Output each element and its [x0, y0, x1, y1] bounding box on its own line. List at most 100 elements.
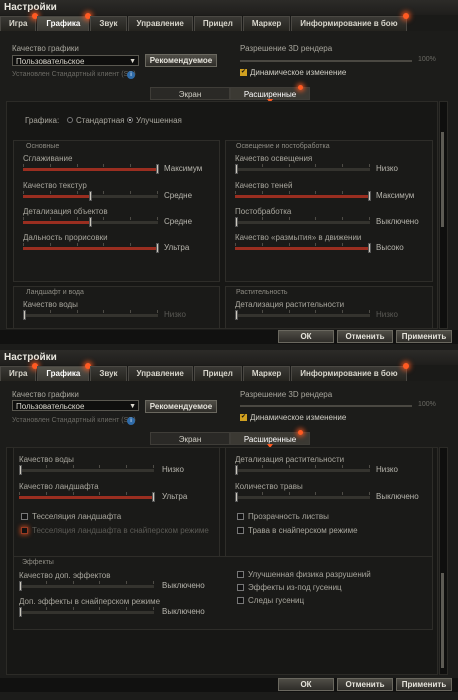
resolution-slider[interactable]: [240, 405, 412, 407]
apply-button[interactable]: Применить: [396, 330, 452, 343]
tab-sight[interactable]: Прицел: [193, 366, 242, 381]
track-effects-checkbox[interactable]: [237, 584, 244, 591]
dynamic-checkbox[interactable]: [240, 413, 247, 421]
tessellation-sniper-checkbox[interactable]: [21, 527, 28, 534]
slider-tick: [46, 581, 47, 584]
tab-marker[interactable]: Маркер: [242, 366, 291, 381]
new-badge-icon: [298, 430, 303, 435]
slider-vegetation[interactable]: [235, 465, 370, 475]
footer-bar: ОК Отменить Применить: [0, 678, 458, 692]
group-landscape-title: Ландшафт и вода: [26, 289, 84, 296]
subtab-screen[interactable]: Экран: [150, 432, 230, 445]
info-icon[interactable]: i: [127, 71, 135, 79]
recommended-button[interactable]: Рекомендуемое: [145, 400, 217, 413]
resolution-slider[interactable]: [240, 60, 412, 62]
slider-thumb[interactable]: [235, 492, 238, 502]
quality-select[interactable]: Пользовательское ▼: [12, 55, 139, 66]
vertical-scrollbar[interactable]: [439, 447, 448, 675]
slider-grass[interactable]: [235, 492, 370, 502]
subtab-label: Экран: [178, 435, 202, 444]
slider-shadows[interactable]: [235, 191, 371, 201]
slider-objects[interactable]: [23, 217, 158, 227]
quality-select[interactable]: Пользовательское ▼: [12, 400, 139, 411]
slider-sniper-effects[interactable]: [19, 607, 154, 617]
info-icon[interactable]: i: [127, 417, 135, 425]
tab-sound[interactable]: Звук: [90, 366, 127, 381]
ok-button[interactable]: ОК: [278, 330, 334, 343]
cancel-button[interactable]: Отменить: [337, 678, 393, 691]
transparent-foliage-checkbox[interactable]: [237, 513, 244, 520]
slider-thumb[interactable]: [368, 243, 371, 253]
tab-label: Звук: [99, 19, 118, 28]
subtab-advanced[interactable]: Расширенные: [230, 85, 310, 103]
tab-graphics[interactable]: Графика: [37, 363, 92, 381]
slider-tick: [126, 492, 127, 495]
subtab-screen[interactable]: Экран: [150, 87, 230, 100]
slider-thumb[interactable]: [235, 465, 238, 475]
recommended-button[interactable]: Рекомендуемое: [145, 54, 217, 67]
dynamic-checkbox[interactable]: [240, 68, 247, 76]
tab-game[interactable]: Игра: [0, 13, 39, 31]
track-marks-checkbox[interactable]: [237, 597, 244, 604]
slider-tick: [315, 310, 316, 313]
slider-lighting[interactable]: [235, 164, 370, 174]
vertical-scrollbar[interactable]: [439, 101, 448, 329]
slider-thumb[interactable]: [156, 164, 159, 174]
slider-tick: [50, 164, 51, 167]
slider-terrain[interactable]: [19, 492, 155, 502]
slider-tick: [369, 164, 370, 167]
resolution-value: 100%: [418, 401, 436, 408]
slider-tick: [23, 243, 24, 246]
destruction-physics-checkbox[interactable]: [237, 571, 244, 578]
destruction-physics-label: Улучшенная физика разрушений: [248, 570, 371, 579]
slider-thumb[interactable]: [23, 310, 26, 320]
slider-thumb[interactable]: [89, 191, 92, 201]
slider-thumb[interactable]: [19, 465, 22, 475]
slider-thumb[interactable]: [235, 164, 238, 174]
slider-thumb[interactable]: [19, 581, 22, 591]
resolution-label: Разрешение 3D рендера: [240, 390, 333, 399]
tab-game[interactable]: Игра: [0, 363, 39, 381]
slider-extra-effects[interactable]: [19, 581, 154, 591]
radio-improved[interactable]: [127, 117, 133, 123]
tab-controls[interactable]: Управление: [127, 366, 193, 381]
slider-textures[interactable]: [23, 191, 158, 201]
slider-tick: [369, 217, 370, 220]
slider-thumb[interactable]: [235, 310, 238, 320]
apply-button[interactable]: Применить: [396, 678, 452, 691]
slider-thumb[interactable]: [368, 191, 371, 201]
tab-marker[interactable]: Маркер: [242, 16, 291, 31]
tab-battle-info[interactable]: Информирование в бою: [291, 13, 409, 31]
slider-tick: [23, 217, 24, 220]
slider-fill: [235, 195, 370, 198]
group-effects-title: Эффекты: [22, 559, 54, 566]
slider-water[interactable]: [23, 310, 158, 320]
slider-thumb[interactable]: [235, 217, 238, 227]
tab-sound[interactable]: Звук: [90, 16, 127, 31]
slider-thumb[interactable]: [19, 607, 22, 617]
tab-battle-info[interactable]: Информирование в бою: [291, 363, 409, 381]
slider-water[interactable]: [19, 465, 154, 475]
tab-sight[interactable]: Прицел: [193, 16, 242, 31]
slider-label-terrain: Качество ландшафта: [19, 482, 99, 491]
radio-standard[interactable]: [67, 117, 73, 123]
grass-sniper-checkbox[interactable]: [237, 527, 244, 534]
slider-aa[interactable]: [23, 164, 159, 174]
cancel-button[interactable]: Отменить: [337, 330, 393, 343]
tab-controls[interactable]: Управление: [127, 16, 193, 31]
slider-postprocess[interactable]: [235, 217, 370, 227]
slider-thumb[interactable]: [152, 492, 155, 502]
scrollbar-thumb[interactable]: [441, 132, 444, 227]
slider-thumb[interactable]: [156, 243, 159, 253]
scrollbar-thumb[interactable]: [441, 573, 444, 668]
subtab-advanced[interactable]: Расширенные: [230, 430, 310, 448]
slider-tick: [262, 492, 263, 495]
slider-motion-blur[interactable]: [235, 243, 371, 253]
slider-tick: [99, 581, 100, 584]
slider-vegetation[interactable]: [235, 310, 370, 320]
tab-graphics[interactable]: Графика: [37, 13, 92, 31]
slider-thumb[interactable]: [89, 217, 92, 227]
slider-draw-distance[interactable]: [23, 243, 159, 253]
tessellation-checkbox[interactable]: [21, 513, 28, 520]
ok-button[interactable]: ОК: [278, 678, 334, 691]
